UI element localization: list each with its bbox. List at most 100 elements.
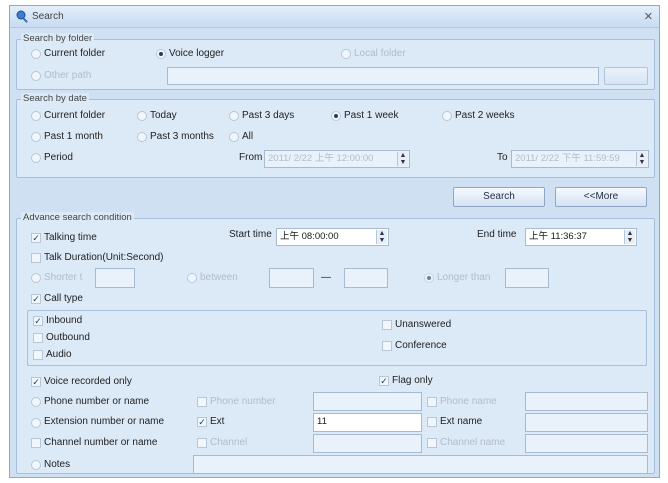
search-by-date-group: Search by date Current folder Today Past…: [16, 93, 655, 178]
past-3-months-label: Past 3 months: [150, 131, 214, 142]
end-time-label: End time: [477, 229, 517, 240]
past-2-weeks-radio[interactable]: [442, 111, 452, 121]
voice-recorded-only-checkbox[interactable]: ✓: [31, 377, 41, 387]
past-3-days-label: Past 3 days: [242, 110, 295, 121]
notes-radio[interactable]: [31, 460, 41, 470]
channel-input[interactable]: [313, 434, 422, 453]
between-dash: —: [321, 272, 331, 283]
call-type-checkbox[interactable]: ✓: [31, 294, 41, 304]
phone-number-input[interactable]: [313, 392, 422, 411]
ext-input[interactable]: 11: [313, 413, 422, 432]
channel-name-input[interactable]: [525, 434, 648, 453]
longer-input[interactable]: [505, 268, 549, 288]
past-1-month-radio[interactable]: [31, 132, 41, 142]
phone-name-label: Phone name: [440, 396, 497, 407]
audio-label: Audio: [46, 349, 72, 360]
search-dialog: Search ✕ Search by folder Current folder…: [9, 5, 660, 478]
between-min-input[interactable]: [269, 268, 314, 288]
search-button[interactable]: Search: [453, 187, 545, 207]
voice-logger-radio[interactable]: [156, 49, 166, 59]
voice-logger-label: Voice logger: [169, 48, 225, 59]
talk-duration-label: Talk Duration(Unit:Second): [44, 252, 164, 263]
between-radio[interactable]: [187, 273, 197, 283]
shorter-radio[interactable]: [31, 273, 41, 283]
start-time-value: 上午 08:00:00: [280, 231, 339, 242]
audio-checkbox[interactable]: [33, 350, 43, 360]
shorter-label: Shorter t: [44, 272, 83, 283]
advance-legend: Advance search condition: [21, 212, 134, 223]
ext-name-label: Ext name: [440, 416, 483, 427]
conference-checkbox[interactable]: [382, 341, 392, 351]
to-label: To: [497, 152, 508, 163]
shorter-input[interactable]: [95, 268, 135, 288]
end-time-field[interactable]: 上午 11:36:37 ▲ ▼: [525, 228, 637, 246]
call-type-group: ✓ Inbound Outbound Audio Unanswered Conf…: [27, 310, 647, 366]
past-3-months-radio[interactable]: [137, 132, 147, 142]
talking-time-checkbox[interactable]: ✓: [31, 233, 41, 243]
local-folder-label: Local folder: [354, 48, 406, 59]
past-1-month-label: Past 1 month: [44, 131, 103, 142]
phone-number-checkbox[interactable]: [197, 397, 207, 407]
other-path-radio[interactable]: [31, 71, 41, 81]
channel-name-checkbox[interactable]: [427, 438, 437, 448]
period-radio[interactable]: [31, 153, 41, 163]
browse-button[interactable]: [604, 67, 648, 85]
all-label: All: [242, 131, 254, 142]
phone-or-name-radio[interactable]: [31, 397, 41, 407]
ext-input-value: 11: [317, 416, 327, 427]
date-current-folder-radio[interactable]: [31, 111, 41, 121]
phone-name-input[interactable]: [525, 392, 648, 411]
ext-label: Ext: [210, 416, 225, 427]
date-legend: Search by date: [21, 93, 89, 104]
phone-name-checkbox[interactable]: [427, 397, 437, 407]
local-folder-radio[interactable]: [341, 49, 351, 59]
unanswered-checkbox[interactable]: [382, 320, 392, 330]
channel-label: Channel: [210, 437, 248, 448]
channel-name-label: Channel name: [440, 437, 506, 448]
ext-name-input[interactable]: [525, 413, 648, 432]
flag-only-checkbox[interactable]: ✓: [379, 376, 389, 386]
window-title: Search: [32, 11, 64, 22]
date-current-folder-label: Current folder: [44, 110, 106, 121]
past-2-weeks-label: Past 2 weeks: [455, 110, 515, 121]
past-3-days-radio[interactable]: [229, 111, 239, 121]
more-button[interactable]: <<More: [555, 187, 647, 207]
from-label: From: [239, 152, 263, 163]
end-time-spin-icon[interactable]: ▲ ▼: [624, 230, 635, 244]
from-datetime-field[interactable]: 2011/ 2/22 上午 12:00:00 ▲ ▼: [264, 150, 410, 168]
past-1-week-radio[interactable]: [331, 111, 341, 121]
longer-label: Longer than: [437, 272, 491, 283]
start-time-label: Start time: [229, 229, 272, 240]
channel-checkbox[interactable]: [197, 438, 207, 448]
today-label: Today: [150, 110, 177, 121]
to-datetime-value: 2011/ 2/22 下午 11:59:59: [515, 153, 620, 164]
to-spin-icon[interactable]: ▲ ▼: [636, 152, 647, 166]
notes-input[interactable]: [193, 455, 648, 474]
start-time-spin-icon[interactable]: ▲ ▼: [376, 230, 387, 244]
search-app-icon: [16, 10, 28, 23]
outbound-checkbox[interactable]: [33, 333, 43, 343]
talk-duration-checkbox[interactable]: [31, 253, 41, 263]
talking-time-label: Talking time: [44, 232, 97, 243]
today-radio[interactable]: [137, 111, 147, 121]
to-datetime-field[interactable]: 2011/ 2/22 下午 11:59:59 ▲ ▼: [511, 150, 649, 168]
all-radio[interactable]: [229, 132, 239, 142]
unanswered-label: Unanswered: [395, 319, 452, 330]
between-max-input[interactable]: [344, 268, 388, 288]
conference-label: Conference: [395, 340, 447, 351]
channel-or-name-checkbox[interactable]: [31, 438, 41, 448]
channel-or-name-label: Channel number or name: [44, 437, 158, 448]
ext-checkbox[interactable]: ✓: [197, 417, 207, 427]
other-path-input[interactable]: [167, 67, 599, 85]
ext-or-name-label: Extension number or name: [44, 416, 165, 427]
from-spin-icon[interactable]: ▲ ▼: [397, 152, 408, 166]
current-folder-radio[interactable]: [31, 49, 41, 59]
inbound-checkbox[interactable]: ✓: [33, 316, 43, 326]
ext-name-checkbox[interactable]: [427, 417, 437, 427]
inbound-label: Inbound: [46, 315, 83, 326]
close-icon[interactable]: ✕: [644, 10, 653, 23]
start-time-field[interactable]: 上午 08:00:00 ▲ ▼: [276, 228, 389, 246]
search-by-folder-group: Search by folder Current folder Voice lo…: [16, 33, 655, 90]
longer-radio[interactable]: [424, 273, 434, 283]
ext-or-name-radio[interactable]: [31, 418, 41, 428]
